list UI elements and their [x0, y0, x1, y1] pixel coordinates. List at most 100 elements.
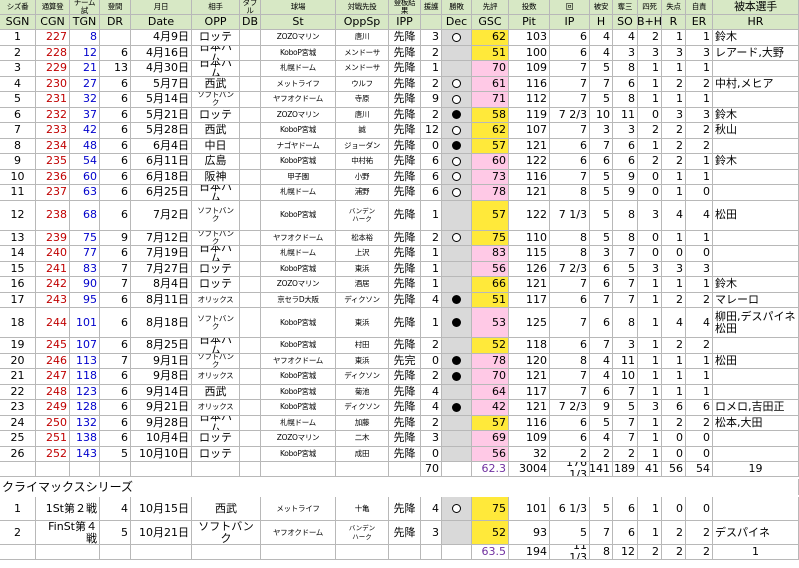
win-mark-icon: [452, 187, 461, 197]
cell-opp_sp: 上沢: [336, 246, 389, 262]
cell-tgn: 132: [70, 415, 100, 431]
cell-st: ZOZOマリン: [261, 107, 336, 123]
cell-st: 札幌ドーム: [261, 61, 336, 77]
cell-tgn: 107: [70, 338, 100, 354]
cell-er: 3: [686, 107, 713, 123]
cell-date: 4月30日: [131, 61, 192, 77]
cell-hr: ロメロ,吉田正: [713, 400, 799, 416]
section-title: クライマックスシリーズ: [0, 479, 799, 495]
cell-date: 5月21日: [131, 107, 192, 123]
cell-dr: 6: [100, 169, 131, 185]
cell-sgn: 19: [0, 338, 36, 354]
cell-dr: 6: [100, 107, 131, 123]
cell-hr: [713, 246, 799, 262]
cell-date: 6月18日: [131, 169, 192, 185]
cell-bh: 3: [638, 261, 662, 277]
cell-dr: 6: [100, 123, 131, 139]
cell-ipp: 先降: [389, 76, 421, 92]
cell-sup: 9: [421, 92, 442, 108]
cell-sgn: 9: [0, 154, 36, 170]
cell-cgn: 251: [36, 431, 70, 447]
cs-cell-cgn: FinSt第４戦: [36, 521, 100, 545]
cell-hr: [713, 369, 799, 385]
cell-cgn: 250: [36, 415, 70, 431]
header-en-pit: Pit: [509, 15, 550, 30]
cell-ipp: 先降: [389, 200, 421, 231]
cell-st: ZOZOマリン: [261, 431, 336, 447]
cell-st: 甲子園: [261, 169, 336, 185]
cell-tgn: 138: [70, 431, 100, 447]
cell-sup: 2: [421, 230, 442, 246]
cell-tgn: 68: [70, 200, 100, 231]
cell-sgn: 16: [0, 277, 36, 293]
cell-so: 7: [613, 292, 638, 308]
header-en-tgn: TGN: [70, 15, 100, 30]
cs-cell-gsc: 75: [472, 497, 509, 521]
header-en-opp_sp: OppSp: [336, 15, 389, 30]
cell-bh: 1: [638, 415, 662, 431]
cs-cell-bh: 1: [638, 497, 662, 521]
total-sup: 70: [421, 462, 442, 477]
total-opp_sp: [336, 462, 389, 477]
cell-st: 札幌ドーム: [261, 246, 336, 262]
header-en-sgn: SGN: [0, 15, 36, 30]
cell-cgn: 235: [36, 154, 70, 170]
cell-tgn: 75: [70, 230, 100, 246]
header-en-hr: HR: [713, 15, 799, 30]
cell-tgn: 95: [70, 292, 100, 308]
cell-so: 7: [613, 246, 638, 262]
cell-ip: 6: [550, 138, 590, 154]
cell-dec: [442, 230, 472, 246]
cell-opp_sp: メンドーサ: [336, 61, 389, 77]
cell-tgn: 21: [70, 61, 100, 77]
total-st: [261, 462, 336, 477]
cell-r: 1: [662, 185, 686, 201]
header-jp-sgn: シズ番: [0, 0, 36, 15]
cell-ipp: 先降: [389, 246, 421, 262]
cell-db: [240, 45, 261, 61]
cell-gsc: 69: [472, 431, 509, 447]
cell-ip: 6: [550, 292, 590, 308]
header-jp-opp: 相手: [192, 0, 240, 15]
cell-opp: ロッテ: [192, 107, 240, 123]
cell-tgn: 118: [70, 369, 100, 385]
cs-cell-sup: 3: [421, 521, 442, 545]
cell-so: 11: [613, 353, 638, 369]
header-en-db: DB: [240, 15, 261, 30]
cell-date: 9月28日: [131, 415, 192, 431]
loss-mark-icon: [452, 371, 461, 381]
cell-cgn: 238: [36, 200, 70, 231]
cell-bh: 0: [638, 185, 662, 201]
header-jp-er: 自責: [686, 0, 713, 15]
cell-so: 7: [613, 277, 638, 293]
cell-h: 5: [590, 169, 613, 185]
cs-cell-dr: 5: [100, 521, 131, 545]
cell-ip: 7 2/3: [550, 107, 590, 123]
cell-opp_sp: 中村祐: [336, 154, 389, 170]
cell-pit: 112: [509, 92, 550, 108]
cell-gsc: 78: [472, 185, 509, 201]
cell-db: [240, 92, 261, 108]
cell-h: 10: [590, 107, 613, 123]
cell-hr: 松本,大田: [713, 415, 799, 431]
cell-dec: [442, 431, 472, 447]
cell-cgn: 252: [36, 446, 70, 462]
header-jp-date: 月日: [131, 0, 192, 15]
cell-r: 0: [662, 431, 686, 447]
header-jp-dec: 勝敗: [442, 0, 472, 15]
cell-dr: 6: [100, 246, 131, 262]
cell-dr: 9: [100, 230, 131, 246]
cell-opp: 西武: [192, 123, 240, 139]
cell-st: 京セラD大阪: [261, 292, 336, 308]
cell-dec: [442, 415, 472, 431]
cell-dec: [442, 76, 472, 92]
cell-ip: 6: [550, 431, 590, 447]
cell-dec: [442, 185, 472, 201]
cell-cgn: 241: [36, 261, 70, 277]
cell-r: 3: [662, 261, 686, 277]
cs-cell-ipp: 先降: [389, 521, 421, 545]
total-date: [131, 462, 192, 477]
cell-tgn: 128: [70, 400, 100, 416]
header-jp-so: 奪三: [613, 0, 638, 15]
cell-r: 1: [662, 277, 686, 293]
